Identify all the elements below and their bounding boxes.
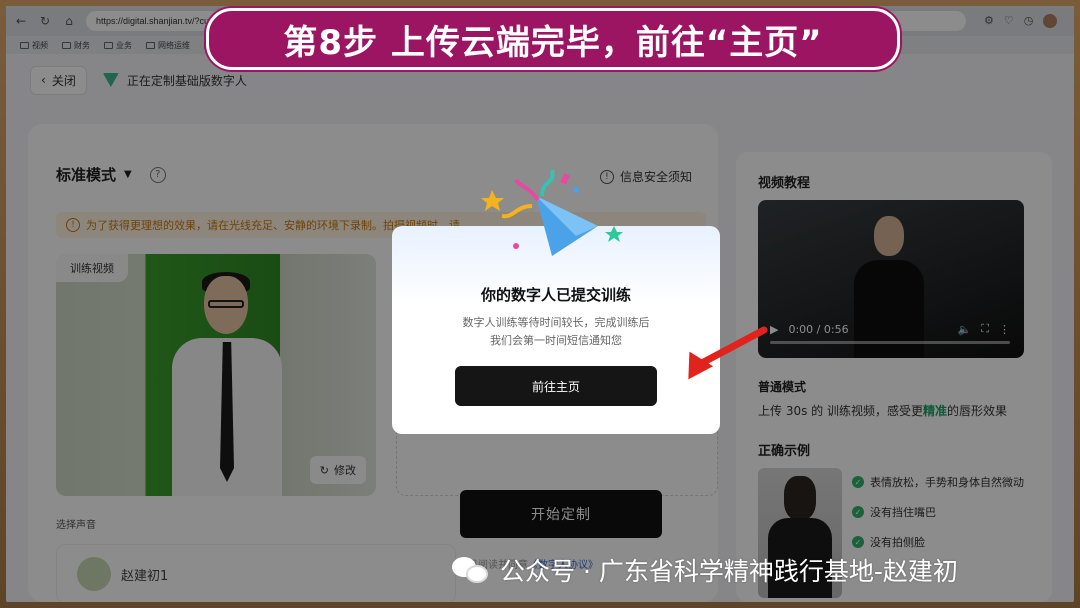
step-banner: 第8步 上传云端完毕，前往“主页” [206, 8, 900, 70]
dialog-title: 你的数字人已提交训练 [480, 286, 631, 304]
go-home-button[interactable]: 前往主页 [455, 366, 657, 406]
red-arrow-annotation [688, 326, 768, 380]
party-popper-icon [481, 169, 623, 256]
wechat-icon [452, 555, 490, 585]
dialog-description: 数字人训练等待时间较长，完成训练后 我们会第一时间短信通知您 [462, 316, 650, 347]
screen: ← ↻ ⌂ https://digital.shanjian.tv/?custo… [6, 6, 1074, 602]
wechat-watermark: 公众号 · 广东省科学精神践行基地-赵建初 [452, 552, 958, 588]
